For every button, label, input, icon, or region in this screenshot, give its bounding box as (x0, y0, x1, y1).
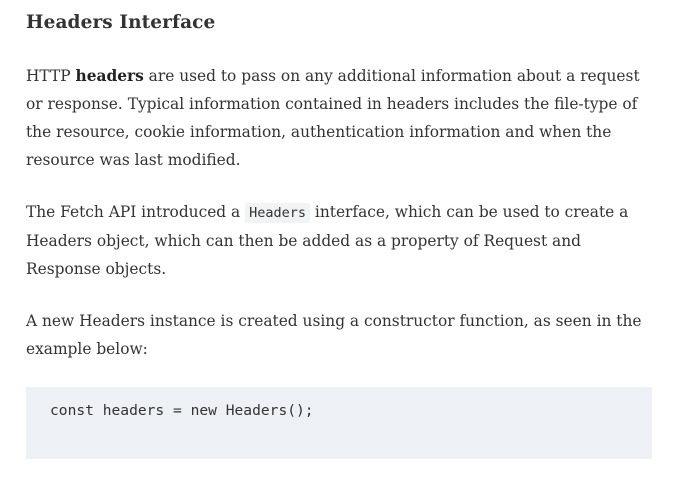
code-block: const headers = new Headers(); (26, 387, 652, 459)
inline-code-headers: Headers (245, 203, 311, 223)
paragraph-text: HTTP (26, 67, 76, 85)
paragraph-text: The Fetch API introduced a (26, 203, 246, 221)
article-content: Headers Interface HTTP headers are used … (26, 10, 652, 459)
bold-term-headers: headers (75, 67, 144, 85)
paragraph-fetch-api: The Fetch API introduced a Headers inter… (26, 198, 652, 283)
paragraph-headers-intro: HTTP headers are used to pass on any add… (26, 62, 652, 174)
paragraph-constructor: A new Headers instance is created using … (26, 312, 642, 358)
section-heading: Headers Interface (26, 12, 216, 33)
code-line: const headers = new Headers(); (50, 402, 314, 419)
